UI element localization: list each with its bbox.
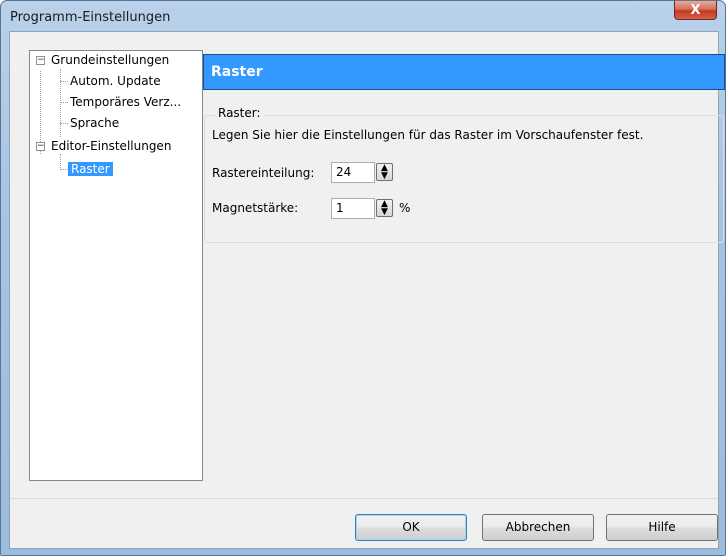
- dialog-window: Programm-Einstellungen X − Grundeinstell…: [0, 0, 726, 556]
- tree-item-sprache[interactable]: Sprache: [70, 114, 119, 132]
- magnetstaerke-input[interactable]: 1: [331, 198, 375, 219]
- tree-item-temporaeres-verz[interactable]: Temporäres Verz...: [70, 93, 181, 111]
- tree-line: [60, 169, 68, 170]
- tree-item-autom-update[interactable]: Autom. Update: [70, 72, 161, 90]
- ok-button-label: OK: [402, 520, 420, 534]
- description-text: Legen Sie hier die Einstellungen für das…: [212, 128, 644, 142]
- rastereinteilung-spin-button[interactable]: ▲ ▼: [376, 163, 393, 181]
- percent-unit: %: [399, 201, 411, 215]
- cancel-button[interactable]: Abbrechen: [482, 514, 594, 541]
- tree-item-editor-einstellungen[interactable]: Editor-Einstellungen: [51, 137, 171, 155]
- section-header: Raster: [203, 54, 725, 90]
- rastereinteilung-input[interactable]: 24: [331, 162, 375, 183]
- spin-arrows-icon: ▲ ▼: [381, 199, 388, 217]
- tree-item-label: Temporäres Verz...: [70, 95, 182, 109]
- tree-item-label: Grundeinstellungen: [51, 53, 170, 67]
- tree-line: [60, 102, 68, 103]
- footer-divider: [10, 498, 718, 499]
- title-bar[interactable]: Programm-Einstellungen X: [1, 1, 725, 31]
- rastereinteilung-label: Rastereinteilung:: [212, 166, 315, 180]
- tree-line: [60, 123, 68, 124]
- close-button[interactable]: X: [674, 1, 717, 20]
- tree-line: [60, 69, 61, 137]
- tree-item-grundeinstellungen[interactable]: Grundeinstellungen: [51, 51, 169, 69]
- groupbox-title: Raster:: [215, 106, 264, 120]
- collapse-icon[interactable]: −: [36, 142, 45, 151]
- collapse-icon[interactable]: −: [36, 56, 45, 65]
- ok-button[interactable]: OK: [355, 514, 467, 541]
- window-title: Programm-Einstellungen: [10, 10, 171, 25]
- cancel-button-label: Abbrechen: [505, 520, 571, 534]
- help-button[interactable]: Hilfe: [606, 514, 718, 541]
- tree-item-raster[interactable]: Raster: [68, 160, 113, 178]
- spin-arrows-icon: ▲ ▼: [381, 163, 388, 181]
- close-icon: X: [690, 2, 701, 18]
- tree-item-label-selected: Raster: [68, 162, 113, 176]
- settings-tree[interactable]: − Grundeinstellungen Autom. Update Tempo…: [29, 50, 203, 481]
- dialog-client-area: − Grundeinstellungen Autom. Update Tempo…: [9, 31, 725, 549]
- magnetstaerke-label: Magnetstärke:: [212, 201, 299, 215]
- magnetstaerke-spin-button[interactable]: ▲ ▼: [376, 199, 393, 217]
- tree-item-label: Editor-Einstellungen: [51, 139, 172, 153]
- tree-line: [60, 81, 68, 82]
- tree-line: [60, 154, 61, 170]
- tree-item-label: Autom. Update: [70, 74, 161, 88]
- help-button-label: Hilfe: [648, 520, 676, 534]
- tree-item-label: Sprache: [70, 116, 120, 130]
